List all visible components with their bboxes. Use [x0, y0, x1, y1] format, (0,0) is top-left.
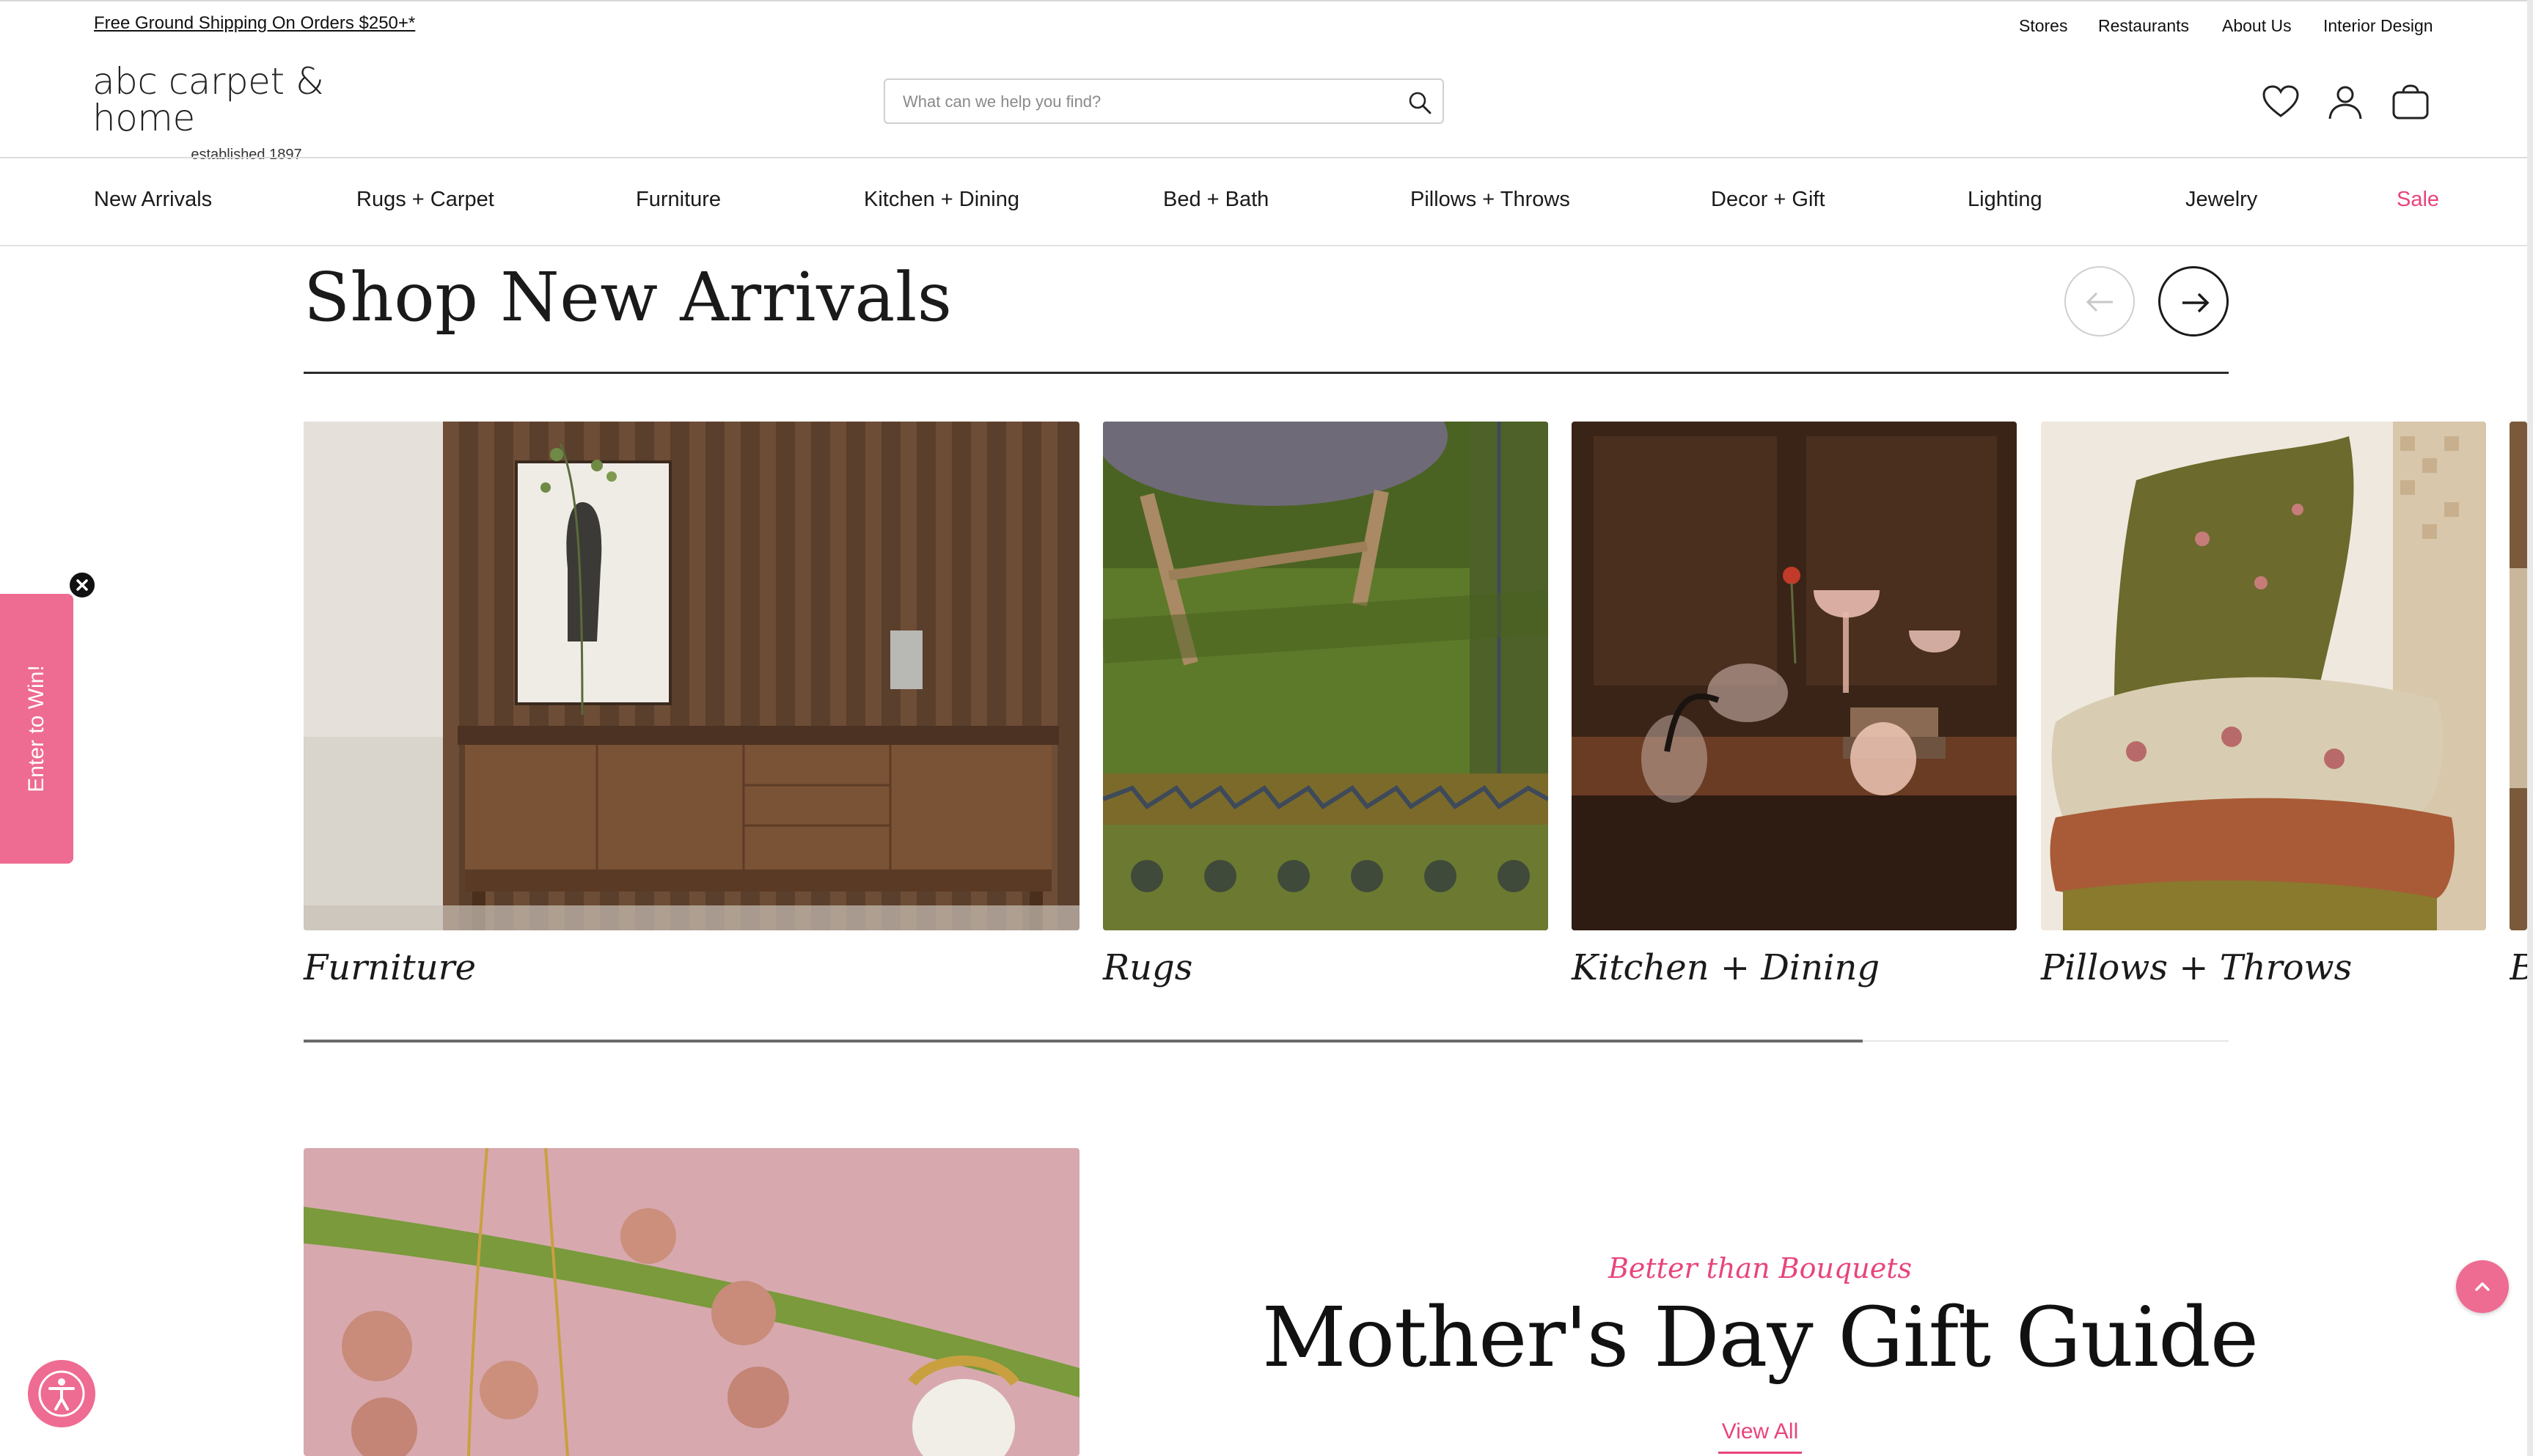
utility-link-stores[interactable]: Stores: [2019, 16, 2067, 36]
brand-logo[interactable]: abc carpet & home established 1897: [92, 63, 371, 163]
arrow-right-icon: [2182, 293, 2210, 313]
nav-new-arrivals[interactable]: New Arrivals: [94, 188, 212, 212]
gift-guide-view-all-link[interactable]: View All: [1687, 1419, 1833, 1444]
nav-pillows-throws[interactable]: Pillows + Throws: [1410, 188, 1570, 212]
search-box: [884, 78, 1444, 124]
accessibility-button[interactable]: [28, 1360, 95, 1427]
brand-tagline: established 1897: [191, 147, 302, 163]
promo-link[interactable]: Free Ground Shipping On Orders $250+*: [94, 13, 415, 34]
carousel-prev-button[interactable]: [2064, 266, 2135, 337]
user-icon[interactable]: [2325, 82, 2366, 123]
nav-kitchen-dining[interactable]: Kitchen + Dining: [864, 188, 1019, 212]
carousel-scroll-thumb[interactable]: [304, 1040, 1863, 1043]
enter-to-win-label: Enter to Win!: [24, 665, 48, 793]
category-card-partial-label[interactable]: B: [2510, 947, 2527, 988]
nav-furniture[interactable]: Furniture: [636, 188, 721, 212]
enter-to-win-tab[interactable]: Enter to Win!: [0, 594, 73, 864]
gift-guide-title: Mother's Day Gift Guide: [1261, 1290, 2259, 1386]
nav-jewelry[interactable]: Jewelry: [2185, 188, 2257, 212]
top-border: [0, 0, 2533, 1]
gift-guide-link-underline: [1718, 1452, 1802, 1454]
category-card-pillows-throws-image[interactable]: [2041, 422, 2486, 930]
category-card-rugs-image[interactable]: [1103, 422, 1548, 930]
nav-rugs-carpet[interactable]: Rugs + Carpet: [356, 188, 494, 212]
carousel-next-button[interactable]: [2158, 266, 2229, 337]
close-icon[interactable]: [67, 570, 97, 600]
back-to-top-button[interactable]: [2456, 1260, 2509, 1313]
gift-guide-eyebrow: Better than Bouquets: [1608, 1252, 1912, 1284]
category-card-kitchen-dining-image[interactable]: [1572, 422, 2017, 930]
category-card-rugs-label[interactable]: Rugs: [1103, 947, 1192, 988]
nav-bed-bath[interactable]: Bed + Bath: [1163, 188, 1269, 212]
section-title: Shop New Arrivals: [304, 258, 953, 337]
gift-guide-image[interactable]: [304, 1148, 1079, 1456]
brand-name: abc carpet & home: [92, 60, 324, 139]
category-card-furniture-image[interactable]: [304, 422, 1079, 930]
nav-divider: [0, 245, 2533, 246]
category-card-kitchen-dining-label[interactable]: Kitchen + Dining: [1572, 947, 1880, 988]
category-card-furniture-label[interactable]: Furniture: [304, 947, 476, 988]
search-input[interactable]: [901, 87, 1374, 117]
chevron-up-icon: [2475, 1282, 2490, 1291]
accessibility-icon: [38, 1370, 85, 1417]
utility-link-about-us[interactable]: About Us: [2222, 16, 2292, 36]
nav-lighting[interactable]: Lighting: [1968, 188, 2042, 212]
arrow-left-icon: [2086, 292, 2113, 312]
utility-link-restaurants[interactable]: Restaurants: [2098, 16, 2189, 36]
section-title-divider: [304, 372, 2229, 374]
heart-icon[interactable]: [2260, 82, 2301, 123]
nav-sale[interactable]: Sale: [2397, 188, 2439, 212]
category-card-pillows-throws-label[interactable]: Pillows + Throws: [2041, 947, 2352, 988]
category-card-partial-image[interactable]: [2510, 422, 2527, 930]
window-scrollbar[interactable]: [2527, 0, 2533, 1456]
search-icon[interactable]: [1407, 90, 1432, 115]
nav-decor-gift[interactable]: Decor + Gift: [1711, 188, 1825, 212]
utility-link-interior-design[interactable]: Interior Design: [2323, 16, 2433, 36]
bag-icon[interactable]: [2390, 82, 2431, 123]
header-divider: [0, 157, 2533, 158]
